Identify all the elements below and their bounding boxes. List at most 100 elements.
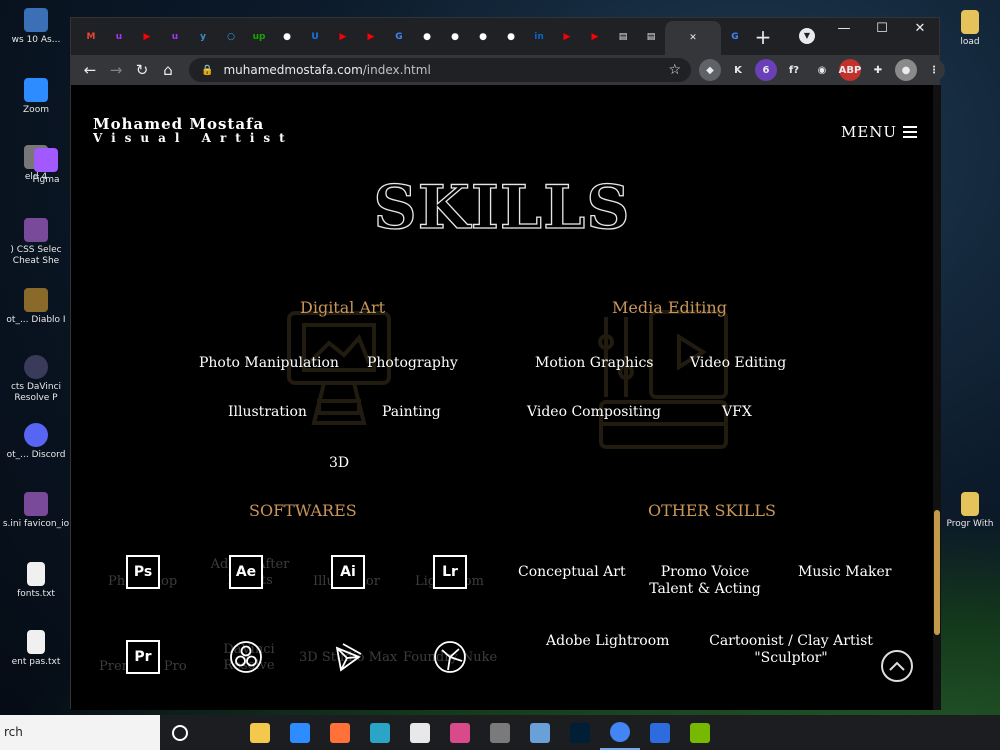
desktop-left-icons: ws 10 As... Zoom eld 4 Figma ) CSS Selec… [0, 0, 72, 715]
desktop-icon[interactable]: ot_... Discord [0, 423, 72, 461]
davinci-resolve-icon[interactable] [229, 640, 263, 674]
taskbar-app[interactable] [160, 715, 200, 750]
editing-illustration-icon [598, 310, 728, 449]
url-path: /index.html [362, 63, 431, 77]
desktop-icon[interactable]: s.ini favicon_io [0, 492, 72, 530]
skill-conceptual-art: Conceptual Art [518, 564, 626, 580]
photoshop-icon[interactable]: Ps [126, 555, 160, 589]
folder-icon [961, 10, 979, 34]
browser-tab[interactable]: ▶ [553, 23, 581, 51]
home-icon[interactable]: ⌂ [155, 61, 181, 79]
scroll-to-top-button[interactable] [881, 650, 913, 682]
skill-painting: Painting [382, 404, 441, 420]
taskbar-search-input[interactable]: rch [0, 715, 160, 750]
taskbar-app[interactable] [200, 715, 240, 750]
desktop-icon[interactable]: ent pas.txt [0, 630, 72, 668]
browser-tab[interactable]: u [161, 23, 189, 51]
3ds-max-icon[interactable] [331, 640, 365, 674]
taskbar-app[interactable] [480, 715, 520, 750]
taskbar-app[interactable] [360, 715, 400, 750]
browser-tab[interactable]: G [721, 23, 749, 51]
browser-tab[interactable]: M [77, 23, 105, 51]
udemy-icon: u [115, 31, 123, 42]
skill-3d: 3D [329, 455, 350, 471]
desktop-icon[interactable]: fonts.txt [0, 562, 72, 600]
mail-icon [290, 722, 310, 743]
scrollbar-thumb[interactable] [934, 510, 940, 635]
page-icon: ▤ [618, 31, 628, 42]
nuke-icon[interactable] [433, 640, 467, 674]
maximize-button[interactable]: ☐ [863, 18, 901, 42]
page-scrollbar[interactable] [933, 85, 941, 710]
browser-tab[interactable]: ● [273, 23, 301, 51]
taskbar-app[interactable] [240, 715, 280, 750]
brush-app-icon [530, 722, 550, 743]
extension-badge-icon[interactable]: 6 [755, 59, 777, 81]
browser-tab[interactable]: ○ [217, 23, 245, 51]
browser-tab[interactable]: ● [441, 23, 469, 51]
taskbar-app[interactable] [680, 715, 720, 750]
browser-tab[interactable]: y [189, 23, 217, 51]
taskbar-app[interactable] [400, 715, 440, 750]
browser-tab[interactable]: ● [497, 23, 525, 51]
skill-promo-voice: Promo Voice Talent & Acting [649, 564, 761, 597]
digital-art-heading: Digital Art [300, 298, 386, 317]
k-icon[interactable]: K [727, 59, 749, 81]
desktop-icon[interactable]: ws 10 As... [0, 8, 72, 46]
puzzle-icon[interactable]: ✚ [867, 59, 889, 81]
desktop-icon-label: s.ini favicon_io [2, 519, 70, 529]
forward-icon[interactable]: → [103, 61, 129, 79]
desktop-icon[interactable]: ot_... Diablo I [0, 288, 72, 326]
desktop-icon[interactable]: Progr With [940, 492, 1000, 530]
desktop-icon[interactable]: cts DaVinci Resolve P [0, 355, 72, 404]
bookmark-star-icon[interactable]: ☆ [668, 62, 681, 78]
new-tab-button[interactable]: + [749, 25, 777, 49]
taskbar-app[interactable] [440, 715, 480, 750]
desktop-icon[interactable]: Zoom [0, 78, 72, 116]
taskbar-app[interactable] [280, 715, 320, 750]
taskbar-app[interactable] [640, 715, 680, 750]
back-icon[interactable]: ← [77, 61, 103, 79]
browser-tab[interactable]: ▶ [581, 23, 609, 51]
lightroom-icon[interactable]: Lr [433, 555, 467, 589]
browser-tab[interactable]: ● [413, 23, 441, 51]
premiere-pro-icon[interactable]: Pr [126, 640, 160, 674]
camera-icon[interactable]: ◉ [811, 59, 833, 81]
close-tab-icon[interactable]: ✕ [685, 30, 701, 46]
reload-icon[interactable]: ↻ [129, 61, 155, 79]
edge-icon [370, 722, 390, 743]
menu-button[interactable]: MENU [841, 123, 918, 141]
browser-tab[interactable]: in [525, 23, 553, 51]
close-window-button[interactable]: ✕ [901, 18, 939, 42]
browser-tab[interactable]: ▤ [637, 23, 665, 51]
after-effects-icon[interactable]: Ae [229, 555, 263, 589]
extension-icon[interactable]: ◆ [699, 59, 721, 81]
avatar-icon[interactable]: ● [895, 59, 917, 81]
browser-tab[interactable]: ▶ [133, 23, 161, 51]
desktop-icon[interactable]: ) CSS Selec Cheat She [0, 218, 72, 267]
minimize-button[interactable]: — [825, 18, 863, 42]
kebab-menu-icon[interactable]: ⋮ [923, 59, 945, 81]
browser-tab[interactable]: u [105, 23, 133, 51]
url-input[interactable]: 🔒 muhamedmostafa.com/index.html ☆ [189, 58, 691, 82]
discord-icon [24, 423, 48, 447]
browser-tab[interactable]: ▶ [357, 23, 385, 51]
firefox-icon [330, 722, 350, 743]
browser-tab[interactable]: ● [469, 23, 497, 51]
taskbar-app[interactable] [320, 715, 360, 750]
browser-tab[interactable]: ▶ [329, 23, 357, 51]
taskbar-app[interactable] [600, 715, 640, 750]
desktop-icon[interactable]: Figma [20, 148, 72, 186]
formula-icon[interactable]: f? [783, 59, 805, 81]
taskbar-app[interactable] [520, 715, 560, 750]
browser-tab[interactable]: up [245, 23, 273, 51]
tab-search-icon[interactable]: ▼ [799, 28, 815, 44]
browser-tab-active[interactable]: ✕ [665, 21, 721, 55]
desktop-icon[interactable]: load [940, 10, 1000, 48]
taskbar-app[interactable] [560, 715, 600, 750]
browser-tab[interactable]: ▤ [609, 23, 637, 51]
browser-tab[interactable]: U [301, 23, 329, 51]
adblock-icon[interactable]: ABP [839, 59, 861, 81]
illustrator-icon[interactable]: Ai [331, 555, 365, 589]
browser-tab[interactable]: G [385, 23, 413, 51]
